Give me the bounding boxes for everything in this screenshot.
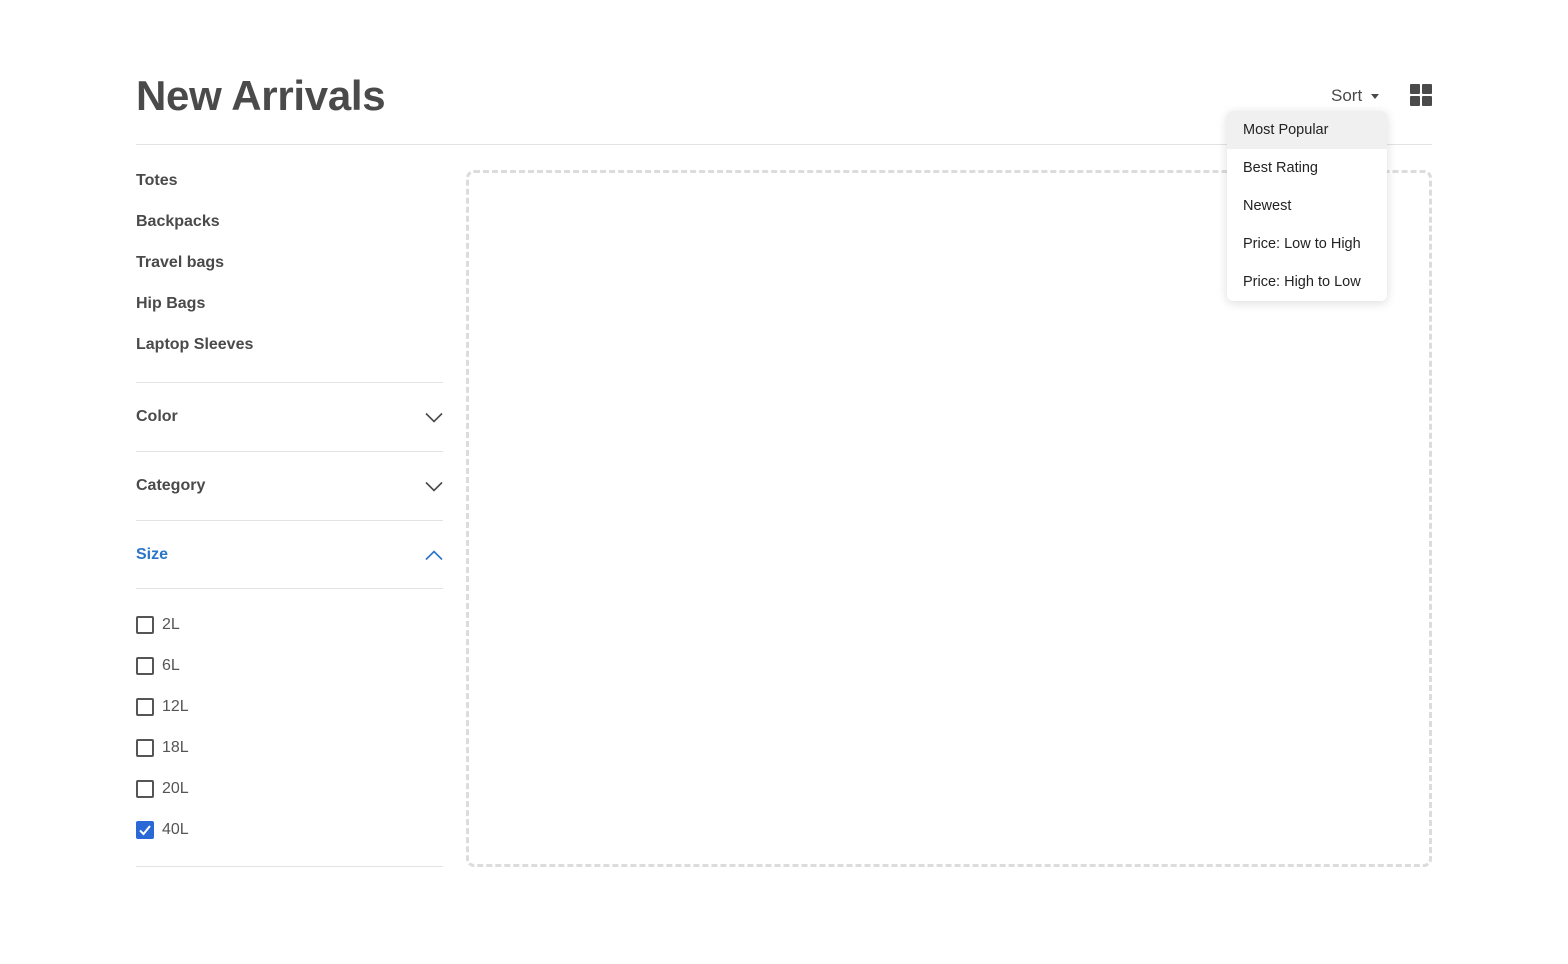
sort-button[interactable]: Sort xyxy=(1331,85,1380,107)
chevron-down-icon xyxy=(425,481,443,492)
size-section-divider xyxy=(136,866,443,867)
filter-color-toggle[interactable]: Color xyxy=(136,382,443,451)
size-option-18l[interactable]: 18L xyxy=(136,738,189,758)
size-options-divider xyxy=(136,588,443,589)
size-checkbox-6l[interactable] xyxy=(136,657,154,675)
category-list: Totes Backpacks Travel bags Hip Bags Lap… xyxy=(136,170,443,375)
filter-category-toggle[interactable]: Category xyxy=(136,451,443,520)
size-option-2l[interactable]: 2L xyxy=(136,615,180,635)
page-title: New Arrivals xyxy=(136,72,386,119)
sort-option-best-rating[interactable]: Best Rating xyxy=(1227,149,1387,187)
filter-size-label: Size xyxy=(136,546,169,563)
grid-icon xyxy=(1410,84,1432,106)
size-label-18l: 18L xyxy=(162,739,189,756)
category-link-travel-bags[interactable]: Travel bags xyxy=(136,252,443,293)
category-link-laptop-sleeves[interactable]: Laptop Sleeves xyxy=(136,334,443,375)
caret-down-icon xyxy=(1371,93,1380,99)
filter-size-toggle[interactable]: Size xyxy=(136,520,443,589)
size-label-6l: 6L xyxy=(162,657,180,674)
category-link-hip-bags[interactable]: Hip Bags xyxy=(136,293,443,334)
size-option-6l[interactable]: 6L xyxy=(136,656,180,676)
size-checkbox-18l[interactable] xyxy=(136,739,154,757)
size-checkbox-20l[interactable] xyxy=(136,780,154,798)
size-checkbox-12l[interactable] xyxy=(136,698,154,716)
size-label-20l: 20L xyxy=(162,780,189,797)
size-label-2l: 2L xyxy=(162,616,180,633)
filter-color-label: Color xyxy=(136,408,178,425)
chevron-down-icon xyxy=(425,412,443,423)
sort-option-newest[interactable]: Newest xyxy=(1227,187,1387,225)
sort-option-price-high-low[interactable]: Price: High to Low xyxy=(1227,263,1387,301)
size-checkbox-40l[interactable] xyxy=(136,821,154,839)
sort-option-most-popular[interactable]: Most Popular xyxy=(1227,111,1387,149)
size-label-40l: 40L xyxy=(162,821,189,838)
sort-menu: Most Popular Best Rating Newest Price: L… xyxy=(1227,111,1387,301)
filter-category-label: Category xyxy=(136,477,206,494)
size-checkbox-2l[interactable] xyxy=(136,616,154,634)
chevron-up-icon xyxy=(425,549,443,560)
sort-label: Sort xyxy=(1331,86,1363,105)
size-option-20l[interactable]: 20L xyxy=(136,779,189,799)
size-option-12l[interactable]: 12L xyxy=(136,697,189,717)
check-icon xyxy=(139,825,151,836)
size-option-40l[interactable]: 40L xyxy=(136,820,189,840)
grid-view-button[interactable] xyxy=(1410,84,1432,106)
size-label-12l: 12L xyxy=(162,698,189,715)
category-link-backpacks[interactable]: Backpacks xyxy=(136,211,443,252)
category-link-totes[interactable]: Totes xyxy=(136,170,443,211)
sort-option-price-low-high[interactable]: Price: Low to High xyxy=(1227,225,1387,263)
